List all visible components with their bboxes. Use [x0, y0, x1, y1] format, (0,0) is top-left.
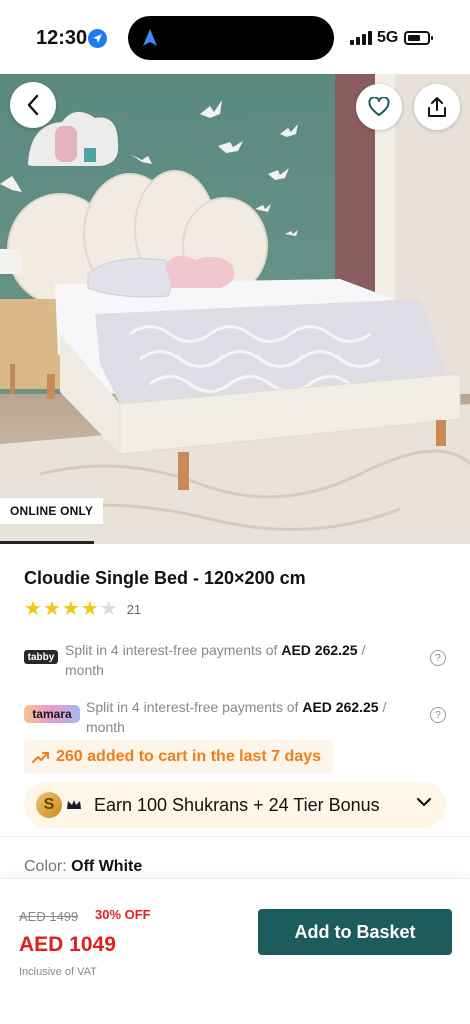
vat-note: Inclusive of VAT — [19, 966, 97, 978]
share-button[interactable] — [414, 84, 460, 130]
shukran-coin-icon: S — [36, 792, 62, 818]
back-chevron-icon — [27, 94, 39, 116]
tabby-info-icon[interactable]: ? — [430, 650, 446, 666]
rating-stars: ★★★★★ — [24, 599, 119, 620]
tamara-payment-text: Split in 4 interest-free payments of AED… — [86, 699, 387, 735]
network-label: 5G — [377, 29, 399, 46]
purchase-bar: AED 1499 30% OFF AED 1049 Inclusive of V… — [0, 878, 470, 1024]
tabby-amount: AED 262.25 — [281, 642, 358, 658]
status-bar: 12:30 5G — [0, 0, 470, 74]
star-filled-icon: ★ — [24, 598, 42, 620]
online-only-badge: ONLINE ONLY — [0, 498, 104, 524]
heart-icon — [368, 97, 390, 116]
color-label: Color: — [24, 858, 67, 875]
tamara-amount: AED 262.25 — [302, 699, 379, 715]
crown-icon — [67, 800, 81, 809]
star-filled-icon: ★ — [42, 598, 61, 620]
wishlist-button[interactable] — [356, 84, 402, 130]
trending-up-icon — [32, 752, 49, 763]
add-to-basket-button[interactable]: Add to Basket — [258, 909, 452, 955]
navigation-arrow-icon — [143, 29, 157, 46]
shukran-rewards-row[interactable]: S Earn 100 Shukrans + 24 Tier Bonus — [24, 782, 446, 828]
chevron-down-icon[interactable] — [416, 797, 432, 807]
cart-trend-text: 260 added to cart in the last 7 days — [56, 748, 321, 765]
back-button[interactable] — [10, 82, 56, 128]
sale-price: AED 1049 — [19, 933, 116, 956]
color-selector-label: Color: Off White — [24, 858, 142, 876]
tamara-logo: tamara — [24, 705, 80, 723]
tabby-logo: tabby — [24, 650, 58, 664]
shukran-text: Earn 100 Shukrans + 24 Tier Bonus — [94, 794, 380, 815]
image-carousel-indicator — [0, 541, 94, 544]
tamara-payment-row[interactable]: tamara Split in 4 interest-free payments… — [24, 697, 446, 737]
discount-badge: 30% OFF — [95, 907, 151, 922]
tabby-payment-text: Split in 4 interest-free payments of AED… — [65, 642, 366, 678]
star-empty-icon: ★ — [99, 598, 118, 620]
product-image[interactable]: ONLINE ONLY — [0, 74, 470, 544]
tamara-info-icon[interactable]: ? — [430, 707, 446, 723]
status-time: 12:30 — [36, 27, 88, 49]
cart-trend-badge: 260 added to cart in the last 7 days — [24, 740, 333, 774]
battery-icon — [404, 31, 433, 45]
product-title: Cloudie Single Bed - 120×200 cm — [24, 568, 306, 588]
location-arrow-icon — [88, 29, 107, 48]
share-icon — [428, 97, 446, 117]
star-filled-icon: ★ — [61, 598, 80, 620]
star-filled-icon: ★ — [80, 598, 99, 620]
original-price: AED 1499 — [19, 909, 79, 924]
rating-row[interactable]: ★★★★★ 21 — [24, 599, 141, 620]
rating-count: 21 — [126, 602, 142, 617]
dynamic-island — [128, 16, 334, 60]
signal-icon — [350, 31, 372, 45]
section-divider — [0, 836, 470, 837]
bed-photo — [0, 74, 470, 544]
color-value: Off White — [71, 858, 143, 875]
tabby-payment-row[interactable]: tabby Split in 4 interest-free payments … — [24, 640, 446, 680]
